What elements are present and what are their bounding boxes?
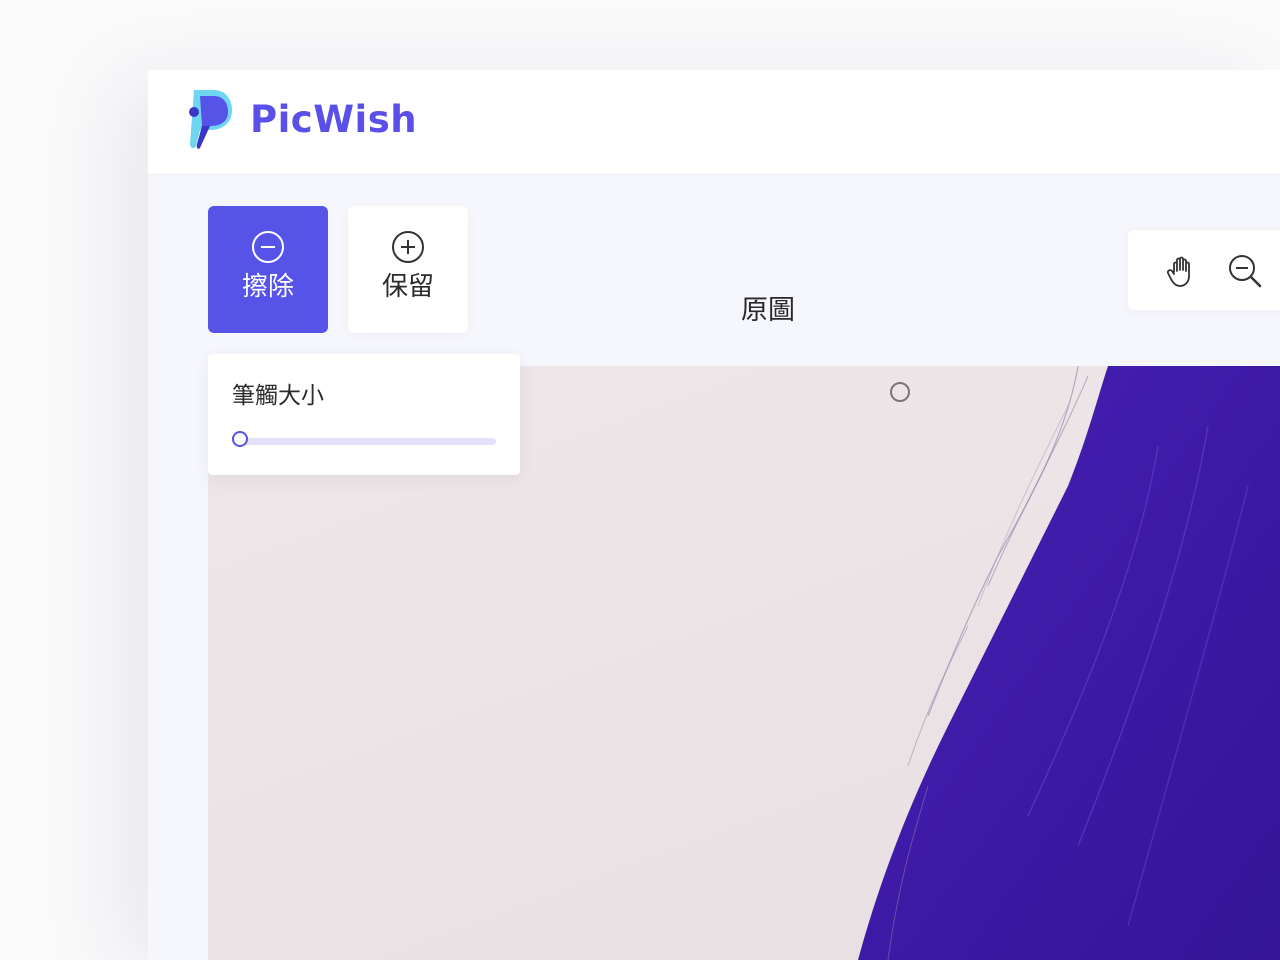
app-window: PicWish 擦除 保留 原圖 筆觸大小 [148,70,1280,960]
canvas-title: 原圖 [741,295,795,326]
hand-icon[interactable] [1164,252,1202,290]
brand-name: PicWish [250,98,418,141]
erase-label: 擦除 [241,272,294,302]
keep-mode-button[interactable]: 保留 [348,206,468,333]
zoom-out-icon[interactable] [1226,252,1264,290]
brush-size-slider[interactable] [232,431,496,447]
minus-circle-icon [252,231,284,263]
brush-size-title: 筆觸大小 [232,383,324,409]
plus-circle-icon [392,231,424,263]
app-header: PicWish [148,70,1280,175]
view-toolbar [1128,230,1280,310]
keep-label: 保留 [381,272,434,302]
brush-size-panel: 筆觸大小 [208,354,520,475]
erase-mode-button[interactable]: 擦除 [208,206,328,333]
picwish-logo-icon [189,90,232,149]
slider-thumb[interactable] [232,431,248,447]
brush-cursor [890,382,910,402]
